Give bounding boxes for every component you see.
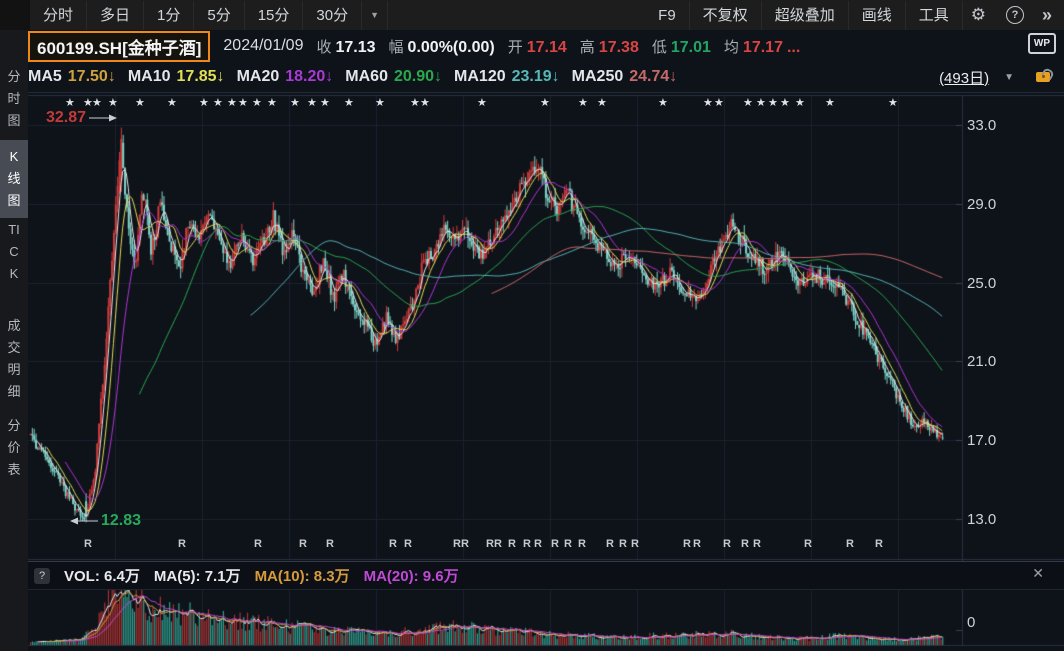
tab-5min[interactable]: 5分 (194, 1, 244, 30)
volume-help-icon[interactable]: ? (34, 568, 50, 584)
stock-app-window: 分时 多日 1分 5分 15分 30分 ▼ F9 不复权 超级叠加 画线 工具 … (0, 0, 1064, 651)
close-volume-pane-icon[interactable]: ✕ (1032, 566, 1044, 580)
ma10-legend: MA1017.85↓ (128, 68, 225, 86)
tab-drawline[interactable]: 画线 (849, 1, 906, 30)
close-quote: 收 17.13 (316, 36, 375, 57)
open-quote: 开 17.14 (508, 36, 567, 57)
sidebar-item-fenshitu[interactable]: 分时图 (0, 66, 28, 132)
range-quote: 幅 0.00%(0.00) (389, 36, 495, 57)
topbar-corner (0, 0, 30, 30)
quote-date: 2024/01/09 (223, 37, 303, 55)
tab-tools[interactable]: 工具 (906, 1, 963, 30)
sidebar-item-tick[interactable]: TICK (0, 219, 28, 285)
vol-ma20-value: MA(20): 9.6万 (364, 565, 459, 586)
period-count-link[interactable]: (493日) (939, 67, 989, 88)
vol-ma5-value: MA(5): 7.1万 (154, 565, 241, 586)
tab-1min[interactable]: 1分 (144, 1, 194, 30)
vol-ma10-value: MA(10): 8.3万 (255, 565, 350, 586)
lock-icon[interactable] (1036, 72, 1050, 82)
sidebar-item-chengjiaomingxi[interactable]: 成交明细 (0, 315, 28, 403)
view-sidebar: 分时图 K线图 TICK 成交明细 分价表 深 (0, 30, 28, 651)
sidebar-item-klinetu[interactable]: K线图 (0, 140, 28, 218)
tab-30min[interactable]: 30分 (303, 1, 362, 30)
tool-tabs: F9 不复权 超级叠加 画线 工具 (645, 0, 963, 30)
wp-monitor-icon[interactable]: WP (1028, 33, 1056, 54)
tab-duori[interactable]: 多日 (87, 1, 144, 30)
vol-value: VOL: 6.4万 (64, 565, 140, 586)
quote-info-bar: 600199.SH[金种子酒] 2024/01/09 收 17.13 幅 0.0… (28, 30, 1064, 62)
help-icon[interactable]: ? (1006, 6, 1024, 24)
kline-chart-canvas[interactable] (0, 0, 1064, 651)
gear-icon[interactable]: ⚙ (963, 5, 994, 25)
tab-bufuquan[interactable]: 不复权 (690, 1, 762, 30)
more-chevron-icon[interactable]: » (1036, 5, 1058, 26)
top-menu-bar: 分时 多日 1分 5分 15分 30分 ▼ F9 不复权 超级叠加 画线 工具 … (0, 0, 1064, 30)
tab-overlay[interactable]: 超级叠加 (762, 1, 849, 30)
avg-ellipsis: ... (787, 39, 800, 57)
stock-symbol[interactable]: 600199.SH[金种子酒] (28, 31, 210, 62)
ma5-legend: MA517.50↓ (28, 68, 116, 86)
avg-quote: 均 17.17 ... (724, 36, 800, 57)
sidebar-item-fenjiabiao[interactable]: 分价表 (0, 415, 28, 481)
ma250-legend: MA25024.74↓ (572, 68, 678, 86)
period-count-dropdown-icon[interactable]: ▼ (1004, 72, 1014, 83)
high-quote: 高 17.38 (580, 36, 639, 57)
tab-fenshi[interactable]: 分时 (30, 1, 87, 30)
ma-legend-bar: MA517.50↓ MA1017.85↓ MA2018.20↓ MA6020.9… (28, 62, 1064, 93)
low-quote: 低 17.01 (652, 36, 711, 57)
ma20-legend: MA2018.20↓ (237, 68, 334, 86)
volume-zero-label: 0 (967, 614, 975, 631)
tab-15min[interactable]: 15分 (245, 1, 304, 30)
ma60-legend: MA6020.90↓ (345, 68, 442, 86)
period-dropdown-icon[interactable]: ▼ (362, 1, 388, 30)
tab-f9[interactable]: F9 (645, 1, 690, 30)
ma120-legend: MA12023.19↓ (454, 68, 560, 86)
volume-pane-header: ? VOL: 6.4万 MA(5): 7.1万 MA(10): 8.3万 MA(… (28, 561, 1064, 590)
period-tabs: 分时 多日 1分 5分 15分 30分 ▼ (30, 0, 388, 30)
